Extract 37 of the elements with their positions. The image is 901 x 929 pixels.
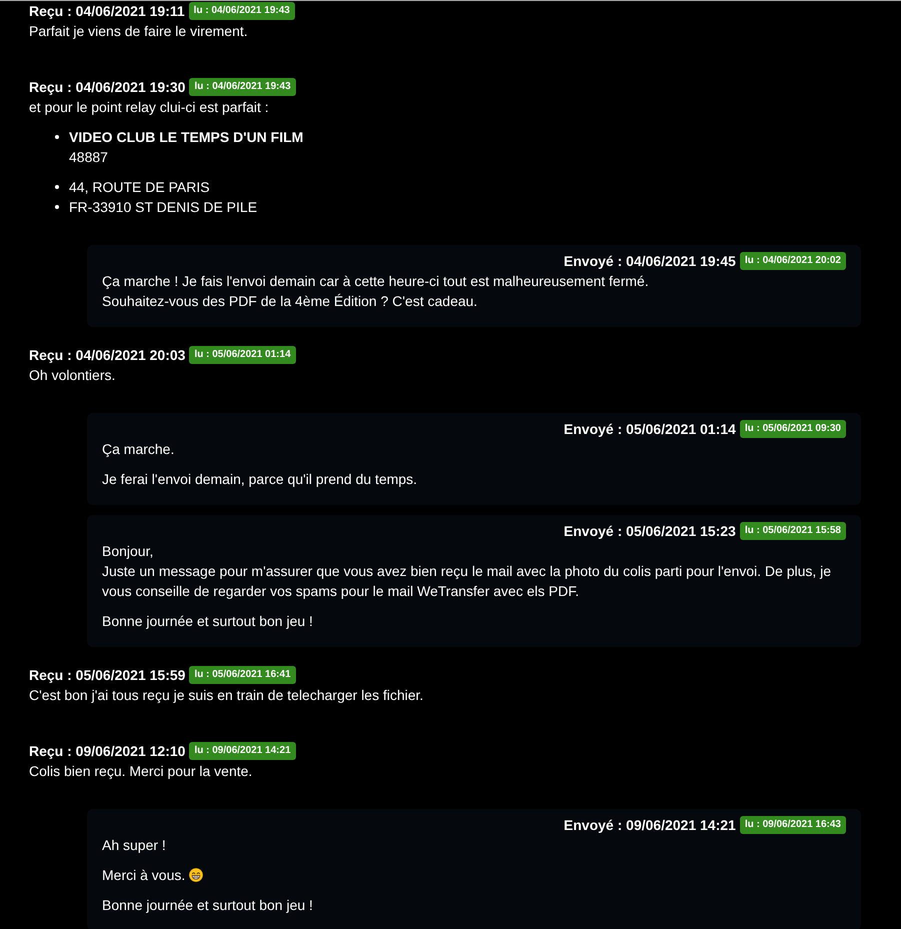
message-text: Je ferai l'envoi demain, parce qu'il prend du temps. bbox=[102, 470, 418, 489]
address-line: 44, ROUTE DE PARIS bbox=[69, 178, 210, 197]
message-text: Ça marche ! Je fais l'envoi demain car à cette heure-ci tout est malheureusement fermé. Souhaitez-vous des PDF de la 4ème Édition ? C'est cadeau. bbox=[102, 272, 650, 311]
bullet-icon bbox=[55, 185, 59, 189]
read-receipt-badge: lu : 04/06/2021 19:43 bbox=[189, 78, 296, 96]
message-text: Bonne journée et surtout bon jeu ! bbox=[102, 896, 314, 915]
message-timestamp: Reçu : 04/06/2021 20:03 bbox=[29, 346, 186, 365]
address-line: VIDEO CLUB LE TEMPS D'UN FILM 48887 bbox=[69, 128, 304, 167]
message-text: Bonne journée et surtout bon jeu ! bbox=[102, 612, 314, 631]
message-timestamp: Envoyé : 09/06/2021 14:21 bbox=[564, 816, 736, 835]
message-text: Bonjour, Juste un message pour m'assurer que vous avez bien reçu le mail avec la photo du colis parti pour l'envoi. De plus, je vous conseille de regarder vos spams pour le mail WeTransfer avec els PDF. bbox=[102, 542, 832, 601]
message-timestamp: Reçu : 09/06/2021 12:10 bbox=[29, 742, 186, 761]
bullet-icon bbox=[55, 205, 59, 209]
message-text: Ça marche. bbox=[102, 440, 176, 459]
message-text: Parfait je viens de faire le virement. bbox=[29, 22, 249, 41]
message-timestamp: Envoyé : 05/06/2021 15:23 bbox=[564, 522, 736, 541]
read-receipt-badge: lu : 05/06/2021 15:58 bbox=[740, 522, 846, 540]
message-text: et pour le point relay clui-ci est parfait : bbox=[29, 98, 270, 117]
message-text: C'est bon j'ai tous reçu je suis en train de telecharger les fichier. bbox=[29, 686, 424, 705]
read-receipt-badge: lu : 09/06/2021 16:43 bbox=[740, 816, 846, 834]
message-text: Merci à vous. bbox=[102, 867, 186, 883]
message-timestamp: Envoyé : 05/06/2021 01:14 bbox=[564, 420, 736, 439]
read-receipt-badge: lu : 04/06/2021 19:43 bbox=[188, 2, 295, 20]
read-receipt-badge: lu : 05/06/2021 09:30 bbox=[740, 420, 846, 438]
read-receipt-badge: lu : 09/06/2021 14:21 bbox=[189, 742, 296, 760]
message-timestamp: Reçu : 04/06/2021 19:30 bbox=[29, 78, 186, 97]
read-receipt-badge: lu : 05/06/2021 01:14 bbox=[189, 346, 296, 364]
message-text: Oh volontiers. bbox=[29, 366, 116, 385]
bullet-icon bbox=[55, 135, 59, 139]
message-timestamp: Reçu : 05/06/2021 15:59 bbox=[29, 666, 186, 685]
message-text: Colis bien reçu. Merci pour la vente. bbox=[29, 762, 254, 781]
read-receipt-badge: lu : 05/06/2021 16:41 bbox=[189, 666, 296, 684]
address-line: FR-33910 ST DENIS DE PILE bbox=[69, 198, 258, 217]
read-receipt-badge: lu : 04/06/2021 20:02 bbox=[740, 252, 846, 270]
message-timestamp: Reçu : 04/06/2021 19:11 bbox=[29, 2, 185, 21]
message-timestamp: Envoyé : 04/06/2021 19:45 bbox=[564, 252, 736, 271]
message-text: Ah super ! bbox=[102, 836, 167, 855]
